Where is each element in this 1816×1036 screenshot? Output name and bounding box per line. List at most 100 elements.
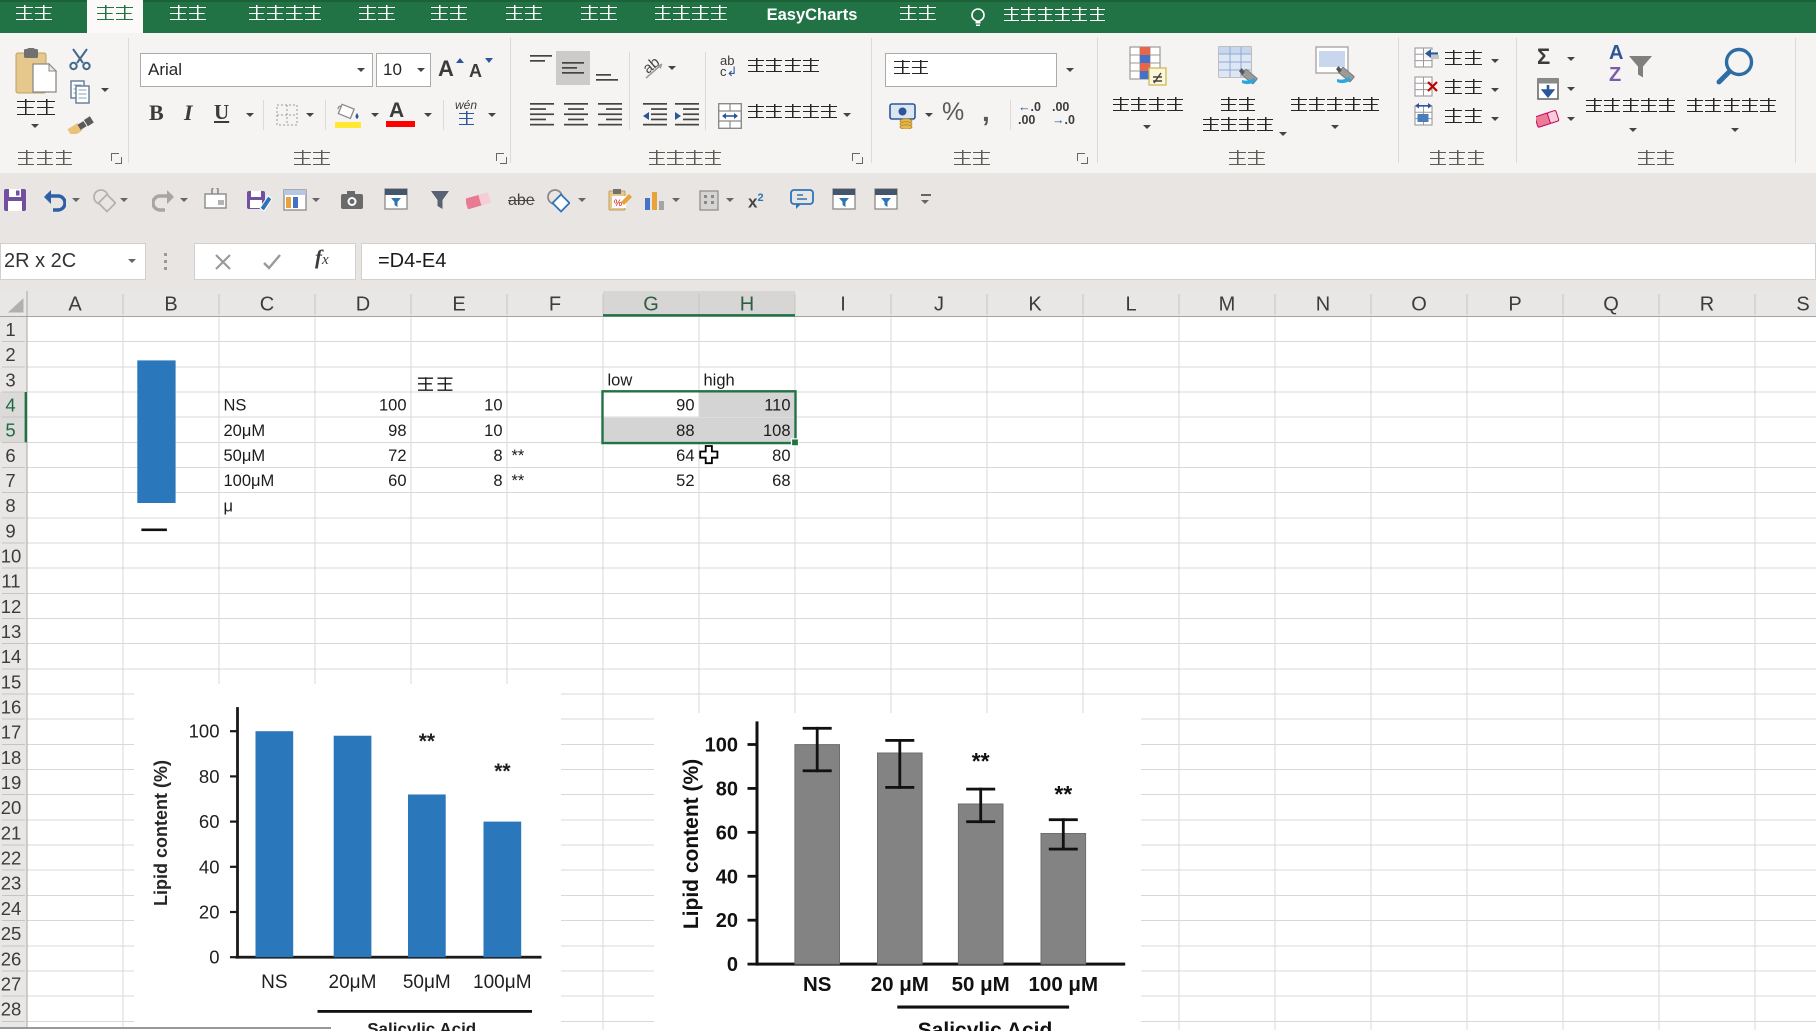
svg-text:O: O bbox=[1411, 294, 1427, 316]
svg-text:NS: NS bbox=[224, 397, 247, 415]
svg-text:15: 15 bbox=[1, 671, 22, 692]
svg-text:100: 100 bbox=[705, 734, 738, 756]
svg-text:1: 1 bbox=[5, 319, 15, 340]
svg-text:26: 26 bbox=[1, 948, 22, 969]
svg-text:50μM: 50μM bbox=[224, 447, 266, 465]
svg-text:100μM: 100μM bbox=[473, 972, 531, 993]
svg-text:100 μM: 100 μM bbox=[1029, 973, 1099, 996]
svg-text:4: 4 bbox=[5, 395, 15, 416]
svg-text:P: P bbox=[1508, 294, 1521, 316]
svg-text:60: 60 bbox=[388, 472, 406, 490]
svg-text:**: ** bbox=[494, 760, 511, 783]
svg-text:64: 64 bbox=[676, 447, 694, 465]
svg-text:50 μM: 50 μM bbox=[952, 973, 1010, 996]
svg-text:high: high bbox=[704, 372, 735, 390]
svg-text:12: 12 bbox=[1, 596, 22, 617]
svg-text:I: I bbox=[840, 294, 846, 316]
svg-text:60: 60 bbox=[199, 811, 220, 832]
svg-text:F: F bbox=[549, 294, 561, 316]
svg-text:11: 11 bbox=[1, 571, 20, 592]
svg-text:40: 40 bbox=[716, 866, 738, 888]
svg-text:0: 0 bbox=[727, 954, 738, 976]
svg-text:13: 13 bbox=[1, 621, 22, 642]
svg-text:20: 20 bbox=[716, 910, 738, 932]
svg-text:**: ** bbox=[1054, 781, 1072, 807]
svg-text:S: S bbox=[1796, 294, 1809, 316]
svg-text:10: 10 bbox=[484, 422, 502, 440]
svg-text:A: A bbox=[68, 294, 82, 316]
svg-text:J: J bbox=[934, 294, 944, 316]
svg-text:N: N bbox=[1316, 294, 1330, 316]
svg-text:19: 19 bbox=[1, 772, 22, 793]
svg-text:52: 52 bbox=[676, 472, 694, 490]
svg-text:14: 14 bbox=[1, 646, 22, 667]
svg-text:27: 27 bbox=[1, 973, 22, 994]
svg-text:100: 100 bbox=[189, 720, 220, 741]
svg-text:68: 68 bbox=[772, 472, 790, 490]
svg-text:D: D bbox=[356, 294, 370, 316]
svg-text:8: 8 bbox=[493, 447, 502, 465]
svg-text:G: G bbox=[643, 294, 659, 316]
svg-text:5: 5 bbox=[5, 420, 15, 441]
svg-text:98: 98 bbox=[388, 422, 406, 440]
svg-text:NS: NS bbox=[803, 973, 831, 996]
svg-text:16: 16 bbox=[1, 697, 22, 718]
svg-text:B: B bbox=[164, 294, 177, 316]
svg-text:24: 24 bbox=[1, 898, 22, 919]
svg-text:25: 25 bbox=[1, 923, 22, 944]
svg-text:9: 9 bbox=[5, 520, 15, 541]
svg-text:μ: μ bbox=[224, 497, 234, 515]
svg-text:90: 90 bbox=[676, 397, 694, 415]
svg-text:108: 108 bbox=[763, 422, 791, 440]
svg-text:C: C bbox=[260, 294, 274, 316]
svg-text:K: K bbox=[1028, 294, 1042, 316]
svg-text:Lipid content (%): Lipid content (%) bbox=[680, 758, 703, 928]
svg-text:Salicylic Acid: Salicylic Acid bbox=[367, 1019, 476, 1031]
svg-text:E: E bbox=[452, 294, 465, 316]
svg-text:28: 28 bbox=[1, 999, 22, 1020]
svg-text:80: 80 bbox=[716, 778, 738, 800]
svg-text:Q: Q bbox=[1603, 294, 1619, 316]
svg-text:80: 80 bbox=[199, 765, 220, 786]
svg-text:72: 72 bbox=[388, 447, 406, 465]
svg-text:low: low bbox=[608, 372, 633, 390]
svg-text:M: M bbox=[1219, 294, 1236, 316]
svg-text:20μM: 20μM bbox=[224, 422, 266, 440]
svg-text:Lipid content (%): Lipid content (%) bbox=[151, 760, 171, 906]
svg-text:100μM: 100μM bbox=[224, 472, 275, 490]
svg-text:60: 60 bbox=[716, 822, 738, 844]
svg-text:L: L bbox=[1125, 294, 1136, 316]
svg-text:22: 22 bbox=[1, 848, 22, 869]
svg-text:100: 100 bbox=[379, 397, 407, 415]
svg-text:**: ** bbox=[512, 447, 525, 465]
svg-text:8: 8 bbox=[5, 495, 15, 516]
svg-text:0: 0 bbox=[209, 946, 219, 967]
svg-text:2: 2 bbox=[5, 344, 15, 365]
svg-text:%: % bbox=[614, 198, 622, 208]
svg-text:18: 18 bbox=[1, 747, 22, 768]
svg-text:**: ** bbox=[512, 472, 525, 490]
svg-text:10: 10 bbox=[484, 397, 502, 415]
svg-text:40: 40 bbox=[199, 856, 220, 877]
svg-text:50μM: 50μM bbox=[403, 972, 451, 993]
svg-text:6: 6 bbox=[5, 445, 15, 466]
svg-text:3: 3 bbox=[5, 369, 15, 390]
svg-text:21: 21 bbox=[1, 822, 22, 843]
svg-text:17: 17 bbox=[1, 722, 22, 743]
svg-text:23: 23 bbox=[1, 873, 22, 894]
svg-text:80: 80 bbox=[772, 447, 790, 465]
svg-text:110: 110 bbox=[764, 397, 790, 415]
svg-text:H: H bbox=[740, 294, 754, 316]
svg-text:7: 7 bbox=[5, 470, 15, 491]
svg-text:**: ** bbox=[972, 748, 990, 774]
svg-text:8: 8 bbox=[493, 472, 502, 490]
svg-text:**: ** bbox=[419, 730, 436, 753]
svg-text:R: R bbox=[1700, 294, 1714, 316]
svg-text:20: 20 bbox=[199, 901, 220, 922]
svg-text:NS: NS bbox=[261, 972, 287, 993]
svg-text:Salicylic Acid: Salicylic Acid bbox=[918, 1019, 1053, 1031]
svg-text:20μM: 20μM bbox=[329, 972, 377, 993]
svg-text:88: 88 bbox=[676, 422, 694, 440]
svg-text:20: 20 bbox=[1, 797, 22, 818]
svg-text:10: 10 bbox=[1, 546, 22, 567]
